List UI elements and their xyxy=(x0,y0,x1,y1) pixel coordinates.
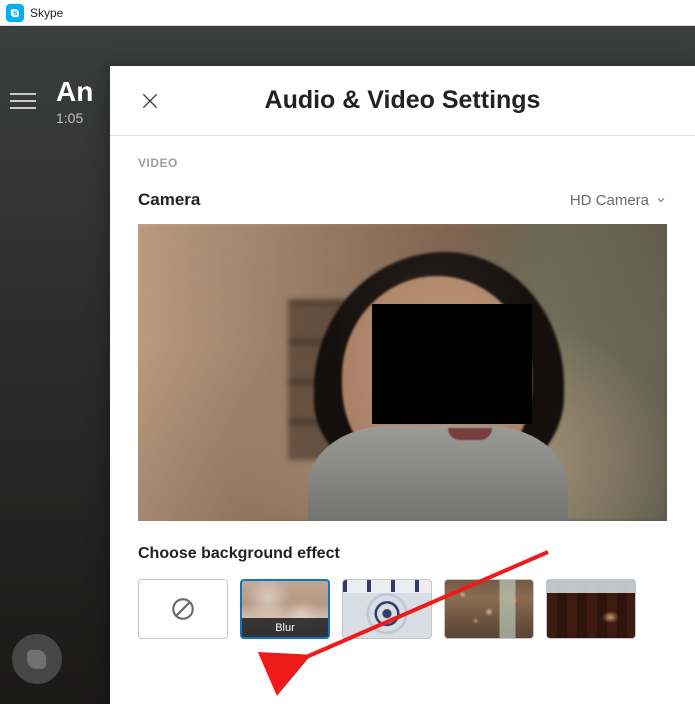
effect-blur[interactable]: Blur xyxy=(240,579,330,639)
redaction-box xyxy=(372,304,532,424)
menu-icon[interactable] xyxy=(10,93,36,109)
chevron-down-icon xyxy=(655,194,667,206)
effect-pattern-3[interactable] xyxy=(546,579,636,639)
camera-selected-value: HD Camera xyxy=(570,192,649,209)
settings-panel: Audio & Video Settings VIDEO Camera HD C… xyxy=(110,66,695,704)
effect-blur-label: Blur xyxy=(242,618,328,637)
panel-header: Audio & Video Settings xyxy=(110,66,695,136)
call-header: An 1:05 xyxy=(10,76,93,126)
background-effect-list: Blur xyxy=(138,579,667,639)
effect-none[interactable] xyxy=(138,579,228,639)
effect-pattern-1[interactable] xyxy=(342,579,432,639)
skype-logo-icon xyxy=(6,4,24,22)
window-title: Skype xyxy=(30,6,63,20)
video-section-label: VIDEO xyxy=(138,156,667,170)
skype-badge-icon xyxy=(12,634,62,684)
call-duration: 1:05 xyxy=(56,110,93,126)
effect-pattern-2[interactable] xyxy=(444,579,534,639)
background-effect-label: Choose background effect xyxy=(138,545,667,563)
camera-row: Camera HD Camera xyxy=(138,190,667,210)
call-participant-name: An xyxy=(56,76,93,108)
panel-title: Audio & Video Settings xyxy=(162,86,667,115)
camera-dropdown[interactable]: HD Camera xyxy=(570,192,667,209)
window-titlebar: Skype xyxy=(0,0,695,26)
camera-label: Camera xyxy=(138,190,200,210)
camera-preview xyxy=(138,224,667,521)
close-icon xyxy=(140,91,160,111)
close-button[interactable] xyxy=(138,89,162,113)
none-icon xyxy=(170,596,196,622)
